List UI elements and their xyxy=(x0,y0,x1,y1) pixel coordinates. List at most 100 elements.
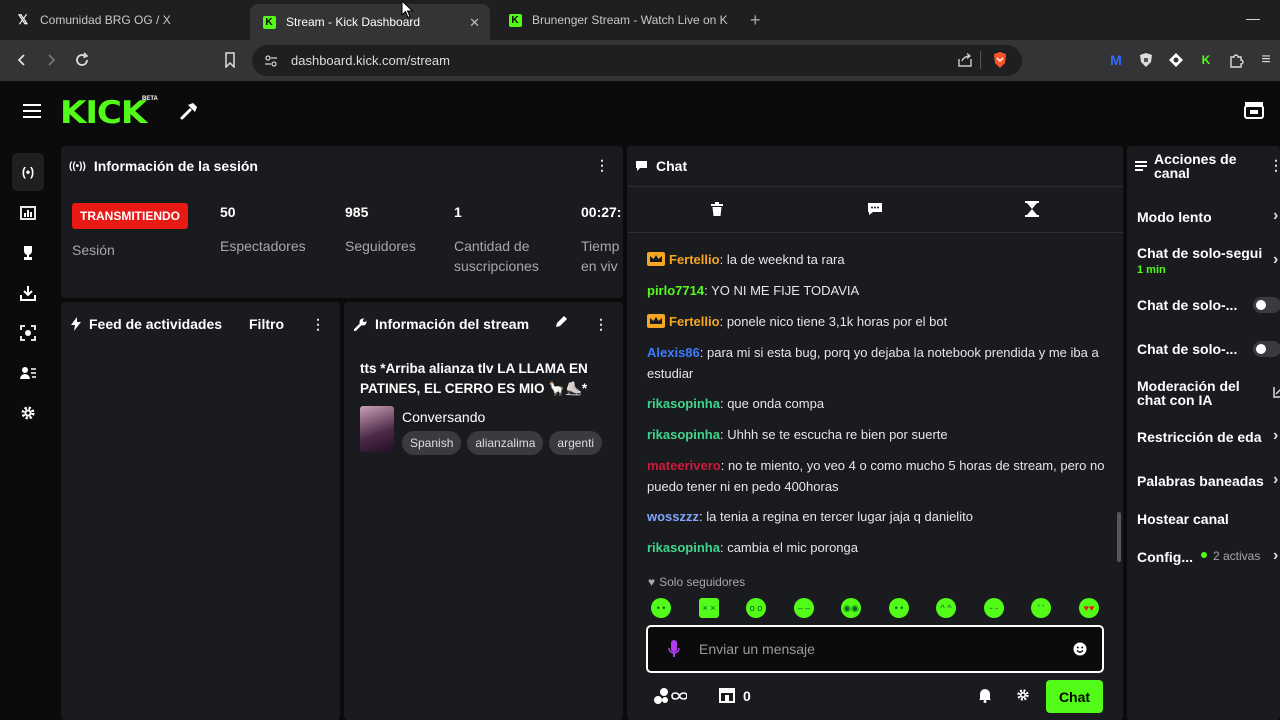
action-host-channel[interactable]: Hostear canal xyxy=(1137,512,1277,526)
chevron-right-icon[interactable]: › xyxy=(1273,547,1278,565)
chat-message-icon[interactable] xyxy=(867,202,883,216)
action-age-restriction[interactable]: Restricción de eda xyxy=(1137,430,1277,444)
community-icon[interactable] xyxy=(18,363,38,383)
followers-count: 985 xyxy=(345,204,369,220)
toggle-switch[interactable] xyxy=(1253,297,1280,313)
extensions-puzzle-icon[interactable] xyxy=(1227,51,1245,69)
emote-icon[interactable]: • • xyxy=(651,598,671,618)
chat-send-button[interactable]: Chat xyxy=(1046,680,1103,713)
chat-username[interactable]: Fertellio xyxy=(669,314,720,329)
moderation-icon[interactable] xyxy=(18,323,38,343)
extension-shield-icon[interactable] xyxy=(1137,51,1155,69)
chat-username[interactable]: rikasopinha xyxy=(647,427,720,442)
edit-pencil-icon[interactable] xyxy=(555,315,568,328)
emote-icon[interactable]: - - xyxy=(984,598,1004,618)
subs-label: Cantidad de suscripciones xyxy=(454,238,539,274)
points-store-icon[interactable] xyxy=(718,687,736,703)
extension-m-icon[interactable]: M xyxy=(1107,51,1125,69)
chat-message: Alexis86: para mi si esta bug, porq yo d… xyxy=(647,345,1099,381)
emote-icon[interactable]: ♥♥ xyxy=(1079,598,1099,618)
tab-title: Brunenger Stream - Watch Live on Ki xyxy=(532,13,728,27)
site-settings-icon[interactable] xyxy=(264,54,278,68)
chevron-right-icon[interactable]: › xyxy=(1273,427,1278,445)
config-active-count: 2 activas xyxy=(1213,549,1261,563)
chat-username[interactable]: rikasopinha xyxy=(647,540,720,555)
hammer-tools-icon[interactable] xyxy=(179,101,199,121)
new-tab-button[interactable]: + xyxy=(750,10,761,31)
chat-message: Fertellio: la de weeknd ta rara xyxy=(647,249,1107,270)
tag-spanish[interactable]: Spanish xyxy=(402,431,462,455)
more-options-icon[interactable]: ⋮ xyxy=(595,157,609,174)
emote-icon[interactable]: ◉◉ xyxy=(841,598,861,618)
tab-brunenger-stream[interactable]: K Brunenger Stream - Watch Live on Ki xyxy=(496,5,742,35)
chat-input[interactable]: Enviar un mensaje xyxy=(646,625,1104,673)
emoji-icon[interactable] xyxy=(1073,642,1087,656)
emote-icon[interactable]: • • xyxy=(889,598,909,618)
extension-diamond-icon[interactable] xyxy=(1167,51,1185,69)
chat-username[interactable]: pirlo7714 xyxy=(647,283,704,298)
toggle-switch[interactable] xyxy=(1253,341,1280,357)
browser-menu-icon[interactable]: ≡ xyxy=(1257,51,1275,69)
action-chat-toggle-2[interactable]: Chat de solo-... xyxy=(1137,342,1249,356)
brave-shield-icon[interactable] xyxy=(992,51,1008,69)
stream-info-more-options-icon[interactable]: ⋮ xyxy=(594,316,608,333)
emote-icon[interactable]: × × xyxy=(699,598,719,618)
bookmark-icon[interactable] xyxy=(220,50,240,70)
microphone-icon[interactable] xyxy=(668,640,680,658)
stream-category[interactable]: Conversando xyxy=(402,409,485,425)
settings-gear-icon[interactable] xyxy=(18,403,38,423)
chevron-right-icon[interactable]: › xyxy=(1273,207,1278,225)
stream-live-icon[interactable]: (•) xyxy=(12,153,44,191)
kick-logo[interactable]: KICK xyxy=(60,95,147,131)
feed-more-options-icon[interactable]: ⋮ xyxy=(311,316,325,333)
emote-icon[interactable]: ' ' xyxy=(1031,598,1051,618)
tag-alianzalima[interactable]: alianzalima xyxy=(467,431,544,455)
share-icon[interactable] xyxy=(957,53,973,67)
subs-count: 1 xyxy=(454,204,462,220)
tab-kick-dashboard[interactable]: K Stream - Kick Dashboard ✕ xyxy=(250,4,490,40)
chat-text: que onda compa xyxy=(727,396,825,411)
action-config[interactable]: Config... xyxy=(1137,550,1199,564)
action-slow-mode[interactable]: Modo lento xyxy=(1137,210,1277,224)
reload-icon[interactable] xyxy=(72,50,92,70)
chat-username[interactable]: Alexis86 xyxy=(647,345,700,360)
hamburger-menu-icon[interactable] xyxy=(23,103,41,119)
back-arrow-icon[interactable] xyxy=(12,50,32,70)
address-bar[interactable]: dashboard.kick.com/stream xyxy=(252,45,1022,76)
extension-kick-icon[interactable]: K xyxy=(1197,51,1215,69)
emote-icon[interactable]: o o xyxy=(746,598,766,618)
trash-icon[interactable] xyxy=(711,202,723,216)
url-text[interactable]: dashboard.kick.com/stream xyxy=(291,53,450,68)
notification-bell-icon[interactable] xyxy=(977,687,993,703)
emote-icon[interactable]: ^ ^ xyxy=(936,598,956,618)
action-followers-only-chat[interactable]: Chat de solo-segui xyxy=(1137,246,1277,260)
store-icon[interactable] xyxy=(1244,101,1264,119)
chat-username[interactable]: Fertellio xyxy=(669,252,720,267)
external-link-icon[interactable] xyxy=(1273,386,1280,398)
chat-username[interactable]: wosszzz xyxy=(647,509,699,524)
feed-filter-button[interactable]: Filtro xyxy=(249,316,284,332)
forward-arrow-icon[interactable] xyxy=(41,50,61,70)
action-banned-words[interactable]: Palabras baneadas xyxy=(1137,474,1277,488)
stream-title: tts *Arriba alianza tlv LA LLAMA EN PATI… xyxy=(360,361,588,396)
tag-argentina[interactable]: argenti xyxy=(549,431,603,455)
analytics-icon[interactable] xyxy=(18,203,38,223)
category-thumbnail[interactable] xyxy=(360,406,394,452)
chat-username[interactable]: rikasopinha xyxy=(647,396,720,411)
chat-link-icon[interactable] xyxy=(653,687,687,705)
trophy-icon[interactable] xyxy=(18,243,38,263)
hourglass-icon[interactable] xyxy=(1025,201,1039,217)
close-tab-icon[interactable]: ✕ xyxy=(469,15,480,31)
chat-settings-gear-icon[interactable] xyxy=(1016,688,1030,702)
tab-x-community[interactable]: 𝕏 Comunidad BRG OG / X ✕ xyxy=(4,5,248,35)
action-ai-moderation[interactable]: Moderación del chat con IA xyxy=(1137,379,1249,407)
chat-scrollbar[interactable] xyxy=(1117,512,1121,562)
actions-more-options-icon[interactable]: ⋮ xyxy=(1269,157,1280,174)
download-icon[interactable] xyxy=(18,283,38,303)
chevron-right-icon[interactable]: › xyxy=(1273,471,1278,489)
chevron-right-icon[interactable]: › xyxy=(1273,251,1278,269)
action-chat-toggle-1[interactable]: Chat de solo-... xyxy=(1137,298,1249,312)
minimize-window-icon[interactable]: — xyxy=(1246,10,1260,26)
emote-icon[interactable]: – – xyxy=(794,598,814,618)
chat-username[interactable]: mateerivero xyxy=(647,458,721,473)
